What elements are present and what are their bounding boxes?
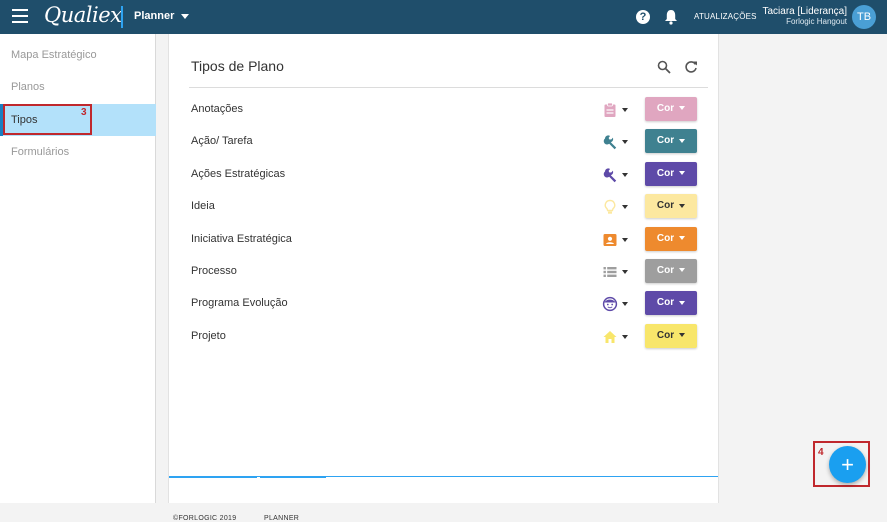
color-picker-button[interactable]: Cor bbox=[645, 323, 697, 348]
color-button-label: Cor bbox=[656, 265, 675, 276]
list-item: Programa Evolução Cor bbox=[169, 288, 720, 320]
plan-types-panel: Tipos de Plano Anotações Cor Ação/ Tarefa C… bbox=[168, 34, 720, 522]
user-name: Taciara [Liderança] bbox=[762, 6, 848, 17]
color-button-label: Cor bbox=[656, 297, 675, 309]
icon-dropdown-caret-icon[interactable] bbox=[622, 108, 628, 112]
icon-dropdown-caret-icon[interactable] bbox=[622, 172, 628, 177]
chevron-down-icon bbox=[679, 268, 686, 273]
chevron-down-icon bbox=[679, 106, 686, 111]
color-picker-button[interactable]: Cor bbox=[645, 291, 697, 316]
icon-dropdown-caret-icon[interactable] bbox=[622, 334, 628, 339]
color-picker-button[interactable]: Cor bbox=[645, 226, 697, 251]
face-icon[interactable] bbox=[602, 296, 618, 312]
chevron-down-icon bbox=[679, 138, 686, 143]
list-item: Ideia Cor bbox=[169, 191, 720, 223]
app-switcher[interactable]: Planner bbox=[134, 10, 190, 22]
list-icon[interactable] bbox=[602, 264, 618, 280]
color-button-label: Cor bbox=[656, 135, 675, 147]
color-button-label: Cor bbox=[656, 232, 675, 244]
icon-dropdown-caret-icon[interactable] bbox=[622, 270, 628, 274]
list-item: Ação/ Tarefa Cor bbox=[169, 126, 720, 158]
color-button-label: Cor bbox=[656, 329, 675, 341]
bell-icon[interactable] bbox=[664, 9, 678, 25]
clipboard-icon[interactable] bbox=[602, 102, 618, 118]
wrench-icon[interactable] bbox=[602, 167, 618, 183]
hamburger-menu-icon[interactable] bbox=[12, 9, 28, 23]
chevron-down-icon bbox=[679, 333, 686, 338]
sidebar-item-mapa-estrategico[interactable]: Mapa Estratégico bbox=[0, 39, 156, 71]
icon-dropdown-caret-icon[interactable] bbox=[622, 140, 628, 145]
qualiex-logo[interactable]: Qualiex bbox=[44, 3, 122, 27]
footer-copyright: ©FORLOGIC 2019 bbox=[173, 515, 237, 522]
color-picker-button[interactable]: Cor bbox=[645, 129, 697, 154]
lightbulb-icon[interactable] bbox=[602, 199, 618, 215]
footer-tab-indicator bbox=[260, 476, 326, 478]
add-button[interactable]: + bbox=[829, 446, 866, 483]
app-name: Planner bbox=[134, 10, 175, 22]
chevron-down-icon bbox=[181, 13, 190, 19]
wrench-icon[interactable] bbox=[602, 134, 618, 150]
plan-type-name: Programa Evolução bbox=[191, 297, 288, 310]
color-button-label: Cor bbox=[656, 200, 675, 212]
sidebar: Mapa Estratégico Planos Tipos Formulário… bbox=[0, 34, 156, 503]
icon-dropdown-caret-icon[interactable] bbox=[622, 205, 628, 210]
sidebar-item-planos[interactable]: Planos bbox=[0, 71, 156, 103]
avatar[interactable]: TB bbox=[852, 5, 876, 29]
refresh-icon[interactable] bbox=[684, 60, 698, 74]
color-button-label: Cor bbox=[656, 103, 675, 114]
search-icon[interactable] bbox=[657, 60, 671, 74]
top-app-bar: Qualiex Planner ? ATUALIZAÇÕES Taciara [… bbox=[0, 0, 887, 34]
panel-divider bbox=[189, 87, 708, 88]
plan-type-name: Ações Estratégicas bbox=[191, 167, 286, 180]
plan-type-name: Ação/ Tarefa bbox=[191, 135, 253, 148]
footer-tab-indicator bbox=[169, 476, 257, 478]
chevron-down-icon bbox=[679, 203, 686, 208]
page-title: Tipos de Plano bbox=[191, 58, 284, 74]
color-picker-button[interactable]: Cor bbox=[645, 97, 697, 121]
home-icon[interactable] bbox=[602, 329, 618, 345]
plan-type-name: Ideia bbox=[191, 200, 215, 213]
sidebar-item-formularios[interactable]: Formulários bbox=[0, 136, 156, 168]
color-button-label: Cor bbox=[656, 167, 675, 179]
annotation-box-3 bbox=[3, 104, 92, 135]
icon-dropdown-caret-icon[interactable] bbox=[622, 302, 628, 307]
annotation-number-4: 4 bbox=[818, 447, 824, 458]
color-picker-button[interactable]: Cor bbox=[645, 194, 697, 219]
color-picker-button[interactable]: Cor bbox=[645, 161, 697, 186]
footer-app: PLANNER bbox=[264, 515, 300, 522]
annotation-number-3: 3 bbox=[81, 107, 87, 118]
logo-divider bbox=[121, 6, 123, 28]
plan-type-name: Anotações bbox=[191, 103, 243, 115]
user-info[interactable]: Taciara [Liderança] Forlogic Hangout bbox=[763, 6, 848, 27]
list-item: Iniciativa Estratégica Cor bbox=[169, 224, 720, 256]
plan-type-name: Projeto bbox=[191, 329, 226, 342]
contact-card-icon[interactable] bbox=[602, 232, 618, 248]
list-item: Anotações Cor bbox=[169, 94, 720, 126]
plan-type-name: Processo bbox=[191, 265, 237, 277]
list-item: Processo Cor bbox=[169, 256, 720, 288]
updates-link[interactable]: ATUALIZAÇÕES bbox=[694, 12, 757, 21]
chevron-down-icon bbox=[679, 235, 686, 240]
list-item: Projeto Cor bbox=[169, 321, 720, 353]
icon-dropdown-caret-icon[interactable] bbox=[622, 237, 628, 242]
list-item: Ações Estratégicas Cor bbox=[169, 159, 720, 191]
plan-type-name: Iniciativa Estratégica bbox=[191, 232, 292, 245]
chevron-down-icon bbox=[679, 300, 686, 305]
color-picker-button[interactable]: Cor bbox=[645, 259, 697, 283]
help-icon[interactable]: ? bbox=[636, 10, 650, 24]
chevron-down-icon bbox=[679, 171, 686, 176]
user-org: Forlogic Hangout bbox=[786, 17, 847, 26]
